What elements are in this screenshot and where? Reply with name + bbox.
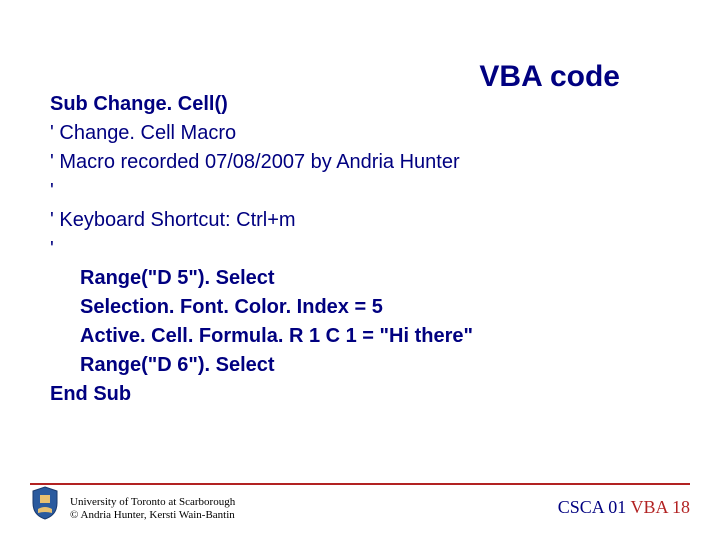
code-line-7: Range("D 5"). Select xyxy=(50,264,473,293)
university-crest-icon xyxy=(30,485,60,520)
code-line-1: Sub Change. Cell() xyxy=(50,90,473,119)
code-line-11: End Sub xyxy=(50,380,473,409)
code-line-9: Active. Cell. Formula. R 1 C 1 = "Hi the… xyxy=(50,322,473,351)
footer-attribution: University of Toronto at Scarborough © A… xyxy=(70,496,235,522)
footer-copyright: © Andria Hunter, Kersti Wain-Bantin xyxy=(70,509,235,522)
footer-page-number: 18 xyxy=(672,497,690,517)
footer-university: University of Toronto at Scarborough xyxy=(70,496,235,509)
code-line-2: ' Change. Cell Macro xyxy=(50,119,473,148)
code-line-6: ' xyxy=(50,235,473,264)
code-line-10: Range("D 6"). Select xyxy=(50,351,473,380)
proc-name: Change. Cell() xyxy=(93,93,227,115)
footer-right: CSCA 01 VBA 18 xyxy=(558,497,690,518)
slide-title: VBA code xyxy=(479,60,620,94)
code-line-4: ' xyxy=(50,177,473,206)
code-line-5: ' Keyboard Shortcut: Ctrl+m xyxy=(50,206,473,235)
slide: VBA code Sub Change. Cell() ' Change. Ce… xyxy=(0,0,720,540)
vba-code-block: Sub Change. Cell() ' Change. Cell Macro … xyxy=(50,90,473,409)
code-line-8: Selection. Font. Color. Index = 5 xyxy=(50,293,473,322)
footer-vba: VBA xyxy=(630,497,672,517)
keyword-sub: Sub xyxy=(50,93,93,115)
footer-divider xyxy=(30,483,690,485)
footer-course: CSCA 01 xyxy=(558,497,631,517)
code-line-3: ' Macro recorded 07/08/2007 by Andria Hu… xyxy=(50,148,473,177)
